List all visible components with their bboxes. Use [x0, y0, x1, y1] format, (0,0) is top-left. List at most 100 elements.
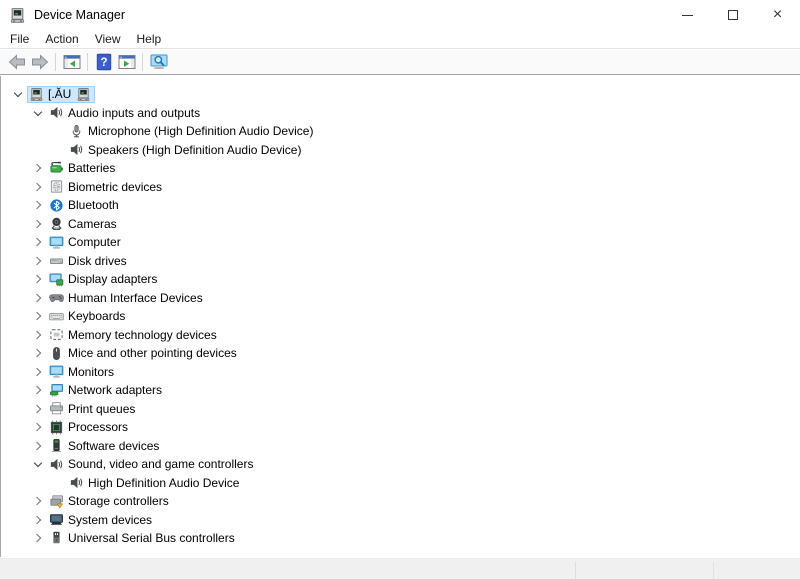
maximize-icon — [727, 10, 738, 20]
tree-item-system-devices[interactable]: System devices — [1, 511, 800, 530]
memory-icon — [49, 327, 64, 342]
speaker-icon — [69, 475, 84, 490]
scan-hardware-changes-button[interactable] — [147, 52, 170, 73]
tree-item-storage-controllers[interactable]: Storage controllers — [1, 492, 800, 511]
chevron-right-icon[interactable] — [29, 529, 47, 547]
chevron-right-icon[interactable] — [29, 196, 47, 214]
bottom-strip-divider — [575, 562, 576, 579]
bluetooth-icon — [49, 198, 64, 213]
maximize-button[interactable] — [710, 0, 755, 30]
tree-item-display-adapters[interactable]: Display adapters — [1, 270, 800, 289]
chevron-right-icon[interactable] — [29, 178, 47, 196]
menu-item-action[interactable]: Action — [37, 31, 86, 47]
chevron-down-icon[interactable] — [9, 85, 27, 103]
tree-item-keyboards[interactable]: Keyboards — [1, 307, 800, 326]
show-action-pane-button[interactable] — [115, 52, 138, 73]
tree-item-high-definition-audio-device[interactable]: High Definition Audio Device — [1, 474, 800, 493]
display-adapter-icon — [49, 272, 64, 287]
chevron-right-icon[interactable] — [29, 159, 47, 177]
usb-icon — [49, 531, 64, 546]
tree-item-label: Sound, video and game controllers — [68, 457, 254, 472]
tree-item-label: Storage controllers — [68, 494, 169, 509]
chevron-right-icon[interactable] — [29, 363, 47, 381]
tree-item-network-adapters[interactable]: Network adapters — [1, 381, 800, 400]
speaker-icon — [69, 142, 84, 157]
row-content: Cameras — [47, 215, 121, 233]
tree-item-label: System devices — [68, 512, 153, 527]
tree-item-cameras[interactable]: Cameras — [1, 215, 800, 234]
tree-item-speakers-high-definition-audio-device[interactable]: Speakers (High Definition Audio Device) — [1, 141, 800, 160]
help-button[interactable]: ? — [92, 52, 115, 73]
toolbar-separator — [87, 53, 88, 71]
tree-item-print-queues[interactable]: Print queues — [1, 400, 800, 419]
chevron-down-icon[interactable] — [29, 104, 47, 122]
chevron-right-icon[interactable] — [29, 270, 47, 288]
chevron-right-icon[interactable] — [29, 381, 47, 399]
menu-item-view[interactable]: View — [87, 31, 129, 47]
chevron-right-icon[interactable] — [29, 326, 47, 344]
tree-item-biometric-devices[interactable]: Biometric devices — [1, 178, 800, 197]
chevron-down-icon[interactable] — [29, 455, 47, 473]
tree-item-label: High Definition Audio Device — [88, 475, 240, 490]
menu-item-help[interactable]: Help — [129, 31, 170, 47]
tree-item-monitors[interactable]: Monitors — [1, 363, 800, 382]
tree-item-audio-inputs-and-outputs[interactable]: Audio inputs and outputs — [1, 104, 800, 123]
chevron-right-icon[interactable] — [29, 307, 47, 325]
row-content: Mice and other pointing devices — [47, 345, 241, 363]
forward-button[interactable] — [28, 52, 51, 73]
chevron-right-icon[interactable] — [29, 492, 47, 510]
tree-item-microphone-high-definition-audio-device[interactable]: Microphone (High Definition Audio Device… — [1, 122, 800, 141]
chevron-right-icon[interactable] — [29, 400, 47, 418]
computer-icon — [29, 87, 44, 102]
tree-item-label: Memory technology devices — [68, 327, 217, 342]
chevron-right-icon[interactable] — [29, 418, 47, 436]
tree-item-disk-drives[interactable]: Disk drives — [1, 252, 800, 271]
tree-item-memory-technology-devices[interactable]: Memory technology devices — [1, 326, 800, 345]
tree-item-processors[interactable]: Processors — [1, 418, 800, 437]
tree-item-mice-and-other-pointing-devices[interactable]: Mice and other pointing devices — [1, 344, 800, 363]
fingerprint-icon — [49, 179, 64, 194]
monitor-icon — [49, 364, 64, 379]
tree-item-computer[interactable]: Computer — [1, 233, 800, 252]
toolbar-separator — [142, 53, 143, 71]
tree-item-label: Mice and other pointing devices — [68, 346, 237, 361]
forward-arrow-icon — [31, 53, 49, 71]
chevron-right-icon[interactable] — [29, 437, 47, 455]
tree-item-label: Batteries — [68, 161, 116, 176]
tree-item-human-interface-devices[interactable]: Human Interface Devices — [1, 289, 800, 308]
tree-item-label: Processors — [68, 420, 129, 435]
tree-item-label: Universal Serial Bus controllers — [68, 531, 235, 546]
network-adapter-icon — [49, 383, 64, 398]
chevron-right-icon[interactable] — [29, 511, 47, 529]
bottom-strip — [0, 558, 800, 579]
tree-item-bluetooth[interactable]: Bluetooth — [1, 196, 800, 215]
chevron-right-icon[interactable] — [29, 344, 47, 362]
row-content: Computer — [47, 234, 125, 252]
row-content: Human Interface Devices — [47, 289, 207, 307]
tree-item-batteries[interactable]: Batteries — [1, 159, 800, 178]
row-content: Speakers (High Definition Audio Device) — [67, 141, 305, 159]
tree-item-label: Microphone (High Definition Audio Device… — [88, 124, 314, 139]
monitor-icon — [49, 235, 64, 250]
chevron-right-icon[interactable] — [29, 215, 47, 233]
back-button[interactable] — [5, 52, 28, 73]
row-content: Memory technology devices — [47, 326, 221, 344]
tree-item-label: [.ĂU — [48, 87, 72, 102]
chevron-right-icon[interactable] — [29, 252, 47, 270]
tree-item-sound-video-and-game-controllers[interactable]: Sound, video and game controllers — [1, 455, 800, 474]
show-console-tree-button[interactable] — [60, 52, 83, 73]
tree-item-universal-serial-bus-controllers[interactable]: Universal Serial Bus controllers — [1, 529, 800, 548]
camera-icon — [49, 216, 64, 231]
minimize-button[interactable] — [665, 0, 710, 30]
close-button[interactable]: × — [755, 0, 800, 30]
tree-item-software-devices[interactable]: Software devices — [1, 437, 800, 456]
tree-item-label: Audio inputs and outputs — [68, 105, 201, 120]
menu-item-file[interactable]: File — [2, 31, 37, 47]
tree-item-u[interactable]: [.ĂU — [1, 85, 800, 104]
chevron-right-icon[interactable] — [29, 289, 47, 307]
chevron-right-icon[interactable] — [29, 233, 47, 251]
row-content: Storage controllers — [47, 493, 173, 511]
close-icon: × — [772, 6, 783, 23]
tree-item-label: Keyboards — [68, 309, 126, 324]
